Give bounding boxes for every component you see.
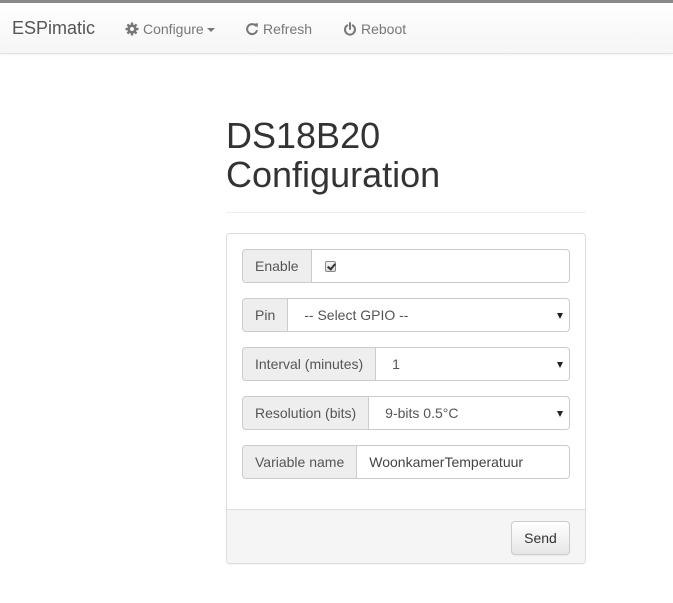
variable-name-value: WoonkamerTemperatuur (369, 454, 524, 470)
page-title: DS18B20 Configuration (226, 115, 441, 195)
variable-name-input[interactable]: WoonkamerTemperatuur (357, 445, 570, 479)
panel-footer: Send (227, 509, 585, 563)
gear-icon (125, 22, 139, 36)
interval-select-value: 1 (392, 356, 400, 372)
reboot-label: Reboot (361, 21, 407, 37)
refresh-link[interactable]: Refresh (245, 20, 312, 38)
enable-group: Enable (242, 249, 570, 283)
configure-label: Configure (143, 21, 204, 37)
brand-link[interactable]: ESPimatic (12, 18, 95, 38)
dropdown-arrow-icon (557, 313, 563, 319)
pin-label: Pin (242, 298, 289, 332)
resolution-select[interactable]: 9-bits 0.5°C (369, 396, 570, 430)
title-divider (226, 212, 586, 213)
pin-select-value: -- Select GPIO -- (304, 307, 409, 323)
refresh-icon (245, 22, 259, 36)
caret-down-icon (206, 27, 215, 32)
enable-label: Enable (242, 249, 312, 283)
resolution-select-value: 9-bits 0.5°C (385, 405, 459, 421)
reboot-link[interactable]: Reboot (343, 20, 406, 38)
variable-name-group: Variable name WoonkamerTemperatuur (242, 445, 570, 479)
resolution-group: Resolution (bits) 9-bits 0.5°C (242, 396, 570, 430)
interval-group: Interval (minutes) 1 (242, 347, 570, 381)
variable-name-label: Variable name (242, 445, 358, 479)
navbar: ESPimatic Configure Refresh Reboot (0, 3, 673, 54)
pin-group: Pin -- Select GPIO -- (242, 298, 570, 332)
dropdown-arrow-icon (557, 362, 563, 368)
enable-checkbox[interactable] (324, 260, 336, 272)
interval-select[interactable]: 1 (376, 347, 570, 381)
config-panel: Enable Pin -- Select GPIO -- Interval (m… (226, 233, 586, 564)
refresh-label: Refresh (263, 21, 313, 37)
power-icon (343, 22, 357, 36)
interval-label: Interval (minutes) (242, 347, 377, 381)
send-button[interactable]: Send (511, 521, 570, 555)
configure-menu[interactable]: Configure (125, 20, 215, 38)
resolution-label: Resolution (bits) (242, 396, 370, 430)
dropdown-arrow-icon (557, 411, 563, 417)
enable-field (311, 249, 570, 283)
pin-select[interactable]: -- Select GPIO -- (288, 298, 570, 332)
